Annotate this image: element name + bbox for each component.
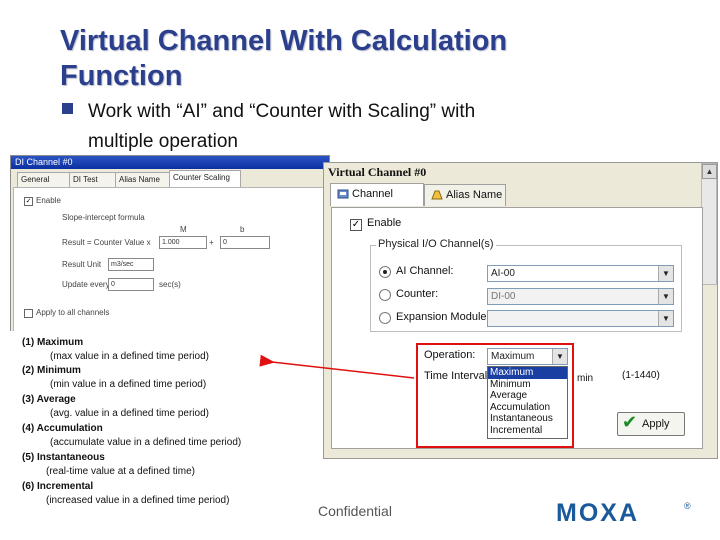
chevron-down-icon[interactable]: ▼ [658,289,673,304]
counter-label: Counter: [396,288,439,300]
slide-title-line2: Function [60,60,183,92]
b-label: b [240,225,245,234]
enable-label: Enable [36,196,61,205]
counter-select[interactable]: DI-00 ▼ [487,288,674,305]
moxa-logo: MOXA ® [556,499,696,527]
op-1-title: (1) Maximum [22,337,84,348]
slide-title: Virtual Channel With Calculation Functio… [60,24,680,94]
op-1-desc: (max value in a defined time period) [50,351,209,362]
tab-channel-config[interactable]: Channel Config [330,183,424,221]
ai-channel-select[interactable]: AI-00 ▼ [487,265,674,282]
apply-all-checkbox[interactable] [24,309,33,318]
di-channel-dialog: DI Channel #0 General DI Test Alias Name… [10,155,330,333]
result-unit-label: Result Unit [62,260,102,269]
checkmark-icon: ✔ [622,412,638,432]
tab-alias-name-label: Alias Name [446,189,503,201]
di-dialog-tabs: General DI Test Alias Name Counter Scali… [13,170,327,187]
tab-general[interactable]: General [17,172,71,187]
op-6-desc: (increased value in a defined time perio… [46,495,230,506]
result-unit-input[interactable]: m3/sec [108,258,154,271]
tab-alias-name[interactable]: Alias Name [115,172,173,187]
ai-channel-radio[interactable] [379,266,391,278]
tab-di-test[interactable]: DI Test [69,172,117,187]
update-every-label: Update every [62,280,110,289]
op-5-title: (5) Instantaneous [22,452,105,463]
op-2-title: (2) Minimum [22,365,81,376]
enable-checkbox[interactable]: ✓ [24,197,33,206]
update-every-input[interactable]: 0 [108,278,154,291]
plus-sign: + [209,238,214,247]
expansion-label: Expansion Module: [396,311,490,323]
apply-button-label: Apply [642,418,670,430]
op-3-desc: (avg. value in a defined time period) [50,408,209,419]
op-4-desc: (accumulate value in a defined time peri… [50,437,242,448]
slide-title-line1: Virtual Channel With Calculation [60,25,508,57]
update-unit-label: sec(s) [159,280,181,289]
chevron-down-icon[interactable]: ▼ [658,266,673,281]
ai-channel-value: AI-00 [491,268,515,279]
vc-enable-label: Enable [367,217,402,229]
counter-radio[interactable] [379,289,391,301]
apply-button[interactable]: ✔ Apply [617,412,685,436]
op-4-title: (4) Accumulation [22,423,103,434]
ai-channel-label: AI Channel: [396,265,454,277]
time-interval-unit: min [577,373,594,384]
bullet-line2: multiple operation [88,131,238,152]
bullet-line1: Work with “AI” and “Counter with Scaling… [88,101,476,122]
tab-alias-name-vc[interactable]: Alias Name [424,184,506,206]
b-value-input[interactable]: 0 [220,236,270,249]
vc-scrollbar[interactable]: ▲ [701,163,717,285]
logo-registered-mark: ® [684,501,691,511]
op-3-title: (3) Average [22,394,76,405]
bullet-text: Work with “AI” and “Counter with Scaling… [88,97,668,157]
apply-all-label: Apply to all channels [36,308,110,317]
tab-counter-scaling[interactable]: Counter Scaling [169,170,241,187]
vc-dialog-title: Virtual Channel #0 [324,163,717,181]
expansion-select[interactable]: ▼ [487,310,674,327]
expansion-radio[interactable] [379,312,391,324]
chevron-down-icon[interactable]: ▼ [658,311,673,326]
footer-confidential: Confidential [318,503,392,519]
operation-highlight-box [416,343,574,448]
slope-formula-label: Slope-intercept formula [62,213,145,222]
logo-text: MOXA [556,499,639,525]
m-label: M [180,225,187,234]
alias-name-icon [431,188,443,200]
di-dialog-body: ✓ Enable Slope-intercept formula M b Res… [13,187,327,332]
op-5-desc: (real-time value at a defined time) [46,466,195,477]
op-6-title: (6) Incremental [22,481,94,492]
scroll-up-button[interactable]: ▲ [702,164,717,179]
counter-value: DI-00 [491,291,516,302]
physical-io-title: Physical I/O Channel(s) [376,238,496,250]
m-value-input[interactable]: 1.000 [159,236,207,249]
di-dialog-titlebar: DI Channel #0 [11,156,329,169]
op-2-desc: (min value in a defined time period) [50,379,207,390]
bullet-square-icon [62,103,73,114]
vc-enable-checkbox[interactable]: ✓ [350,219,362,231]
time-interval-range: (1-1440) [622,370,660,381]
result-formula-label: Result = Counter Value x [62,238,151,247]
channel-config-icon [337,187,349,199]
